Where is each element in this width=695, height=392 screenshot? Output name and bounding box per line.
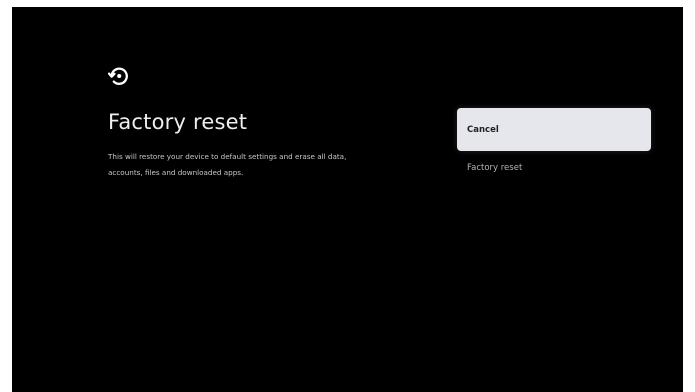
cancel-button[interactable]: Cancel bbox=[457, 108, 651, 151]
factory-reset-button-label: Factory reset bbox=[467, 163, 523, 173]
info-panel: Factory reset This will restore your dev… bbox=[107, 63, 408, 181]
options-list: Cancel Factory reset bbox=[457, 108, 651, 179]
cancel-button-label: Cancel bbox=[467, 124, 499, 135]
factory-reset-button[interactable]: Factory reset bbox=[457, 157, 651, 179]
factory-reset-icon bbox=[107, 67, 128, 85]
tv-screen: Factory reset This will restore your dev… bbox=[12, 7, 683, 392]
page-description: This will restore your device to default… bbox=[108, 152, 347, 177]
page-title: Factory reset bbox=[108, 110, 248, 134]
